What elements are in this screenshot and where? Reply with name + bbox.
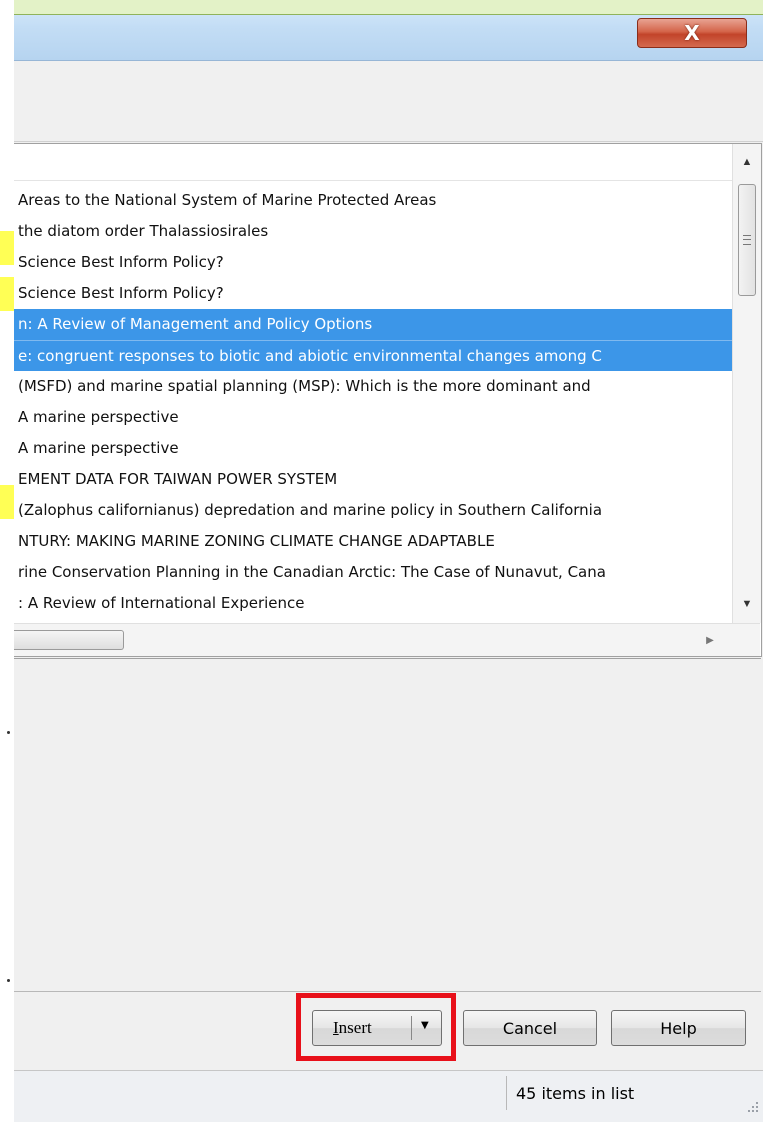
close-icon: X bbox=[684, 21, 700, 45]
grip-icon bbox=[743, 235, 751, 245]
vertical-scrollbar[interactable]: ▲ ▼ bbox=[732, 144, 761, 623]
background-dot bbox=[7, 731, 10, 734]
reference-list[interactable]: Areas to the National System of Marine P… bbox=[14, 143, 762, 657]
insert-button[interactable]: Insert ▼ bbox=[312, 1010, 442, 1046]
arrow-down-icon[interactable]: ▼ bbox=[733, 590, 761, 618]
list-item[interactable]: Areas to the National System of Marine P… bbox=[14, 185, 732, 216]
item-count: 45 items in list bbox=[516, 1084, 635, 1103]
help-button[interactable]: Help bbox=[611, 1010, 746, 1046]
close-button[interactable]: X bbox=[637, 18, 747, 48]
list-item[interactable]: A marine perspective bbox=[14, 402, 732, 433]
insert-citation-dialog: X Areas to the National System of Marine… bbox=[14, 0, 763, 1122]
list-item[interactable]: A marine perspective bbox=[14, 433, 732, 464]
horizontal-scrollbar[interactable]: ▶ bbox=[14, 623, 760, 656]
list-item[interactable]: Science Best Inform Policy? bbox=[14, 278, 732, 309]
preview-pane bbox=[14, 658, 761, 992]
scroll-thumb[interactable] bbox=[738, 184, 756, 296]
split-divider bbox=[411, 1016, 412, 1040]
arrow-right-icon[interactable]: ▶ bbox=[696, 624, 724, 656]
list-item[interactable]: : A Review of International Experience bbox=[14, 588, 732, 619]
resize-grip-icon[interactable] bbox=[746, 1100, 760, 1114]
list-item[interactable]: (Zalophus californianus) depredation and… bbox=[14, 495, 732, 526]
status-divider bbox=[506, 1076, 507, 1110]
arrow-up-icon[interactable]: ▲ bbox=[733, 148, 761, 176]
cancel-button[interactable]: Cancel bbox=[463, 1010, 597, 1046]
search-area bbox=[14, 61, 763, 142]
list-item[interactable]: rine Conservation Planning in the Canadi… bbox=[14, 557, 732, 588]
insert-label: nsert bbox=[338, 1018, 372, 1037]
list-item[interactable]: NTURY: MAKING MARINE ZONING CLIMATE CHAN… bbox=[14, 526, 732, 557]
list-item[interactable]: (MSFD) and marine spatial planning (MSP)… bbox=[14, 371, 732, 402]
background-window-strip bbox=[0, 0, 16, 1121]
title-top-strip bbox=[14, 0, 763, 15]
list-item[interactable]: EMENT DATA FOR TAIWAN POWER SYSTEM bbox=[14, 464, 732, 495]
list-item[interactable]: Science Best Inform Policy? bbox=[14, 247, 732, 278]
title-bar: X bbox=[14, 0, 763, 61]
horizontal-scroll-thumb[interactable] bbox=[14, 630, 124, 650]
list-item[interactable]: n: A Review of Management and Policy Opt… bbox=[14, 309, 732, 340]
list-item[interactable]: e: congruent responses to biotic and abi… bbox=[14, 340, 732, 371]
status-bar bbox=[14, 1070, 763, 1122]
background-dot bbox=[7, 979, 10, 982]
list-header bbox=[14, 144, 732, 181]
list-item[interactable]: the diatom order Thalassiosirales bbox=[14, 216, 732, 247]
reference-rows: Areas to the National System of Marine P… bbox=[14, 185, 732, 623]
chevron-down-icon[interactable]: ▼ bbox=[421, 1020, 429, 1031]
